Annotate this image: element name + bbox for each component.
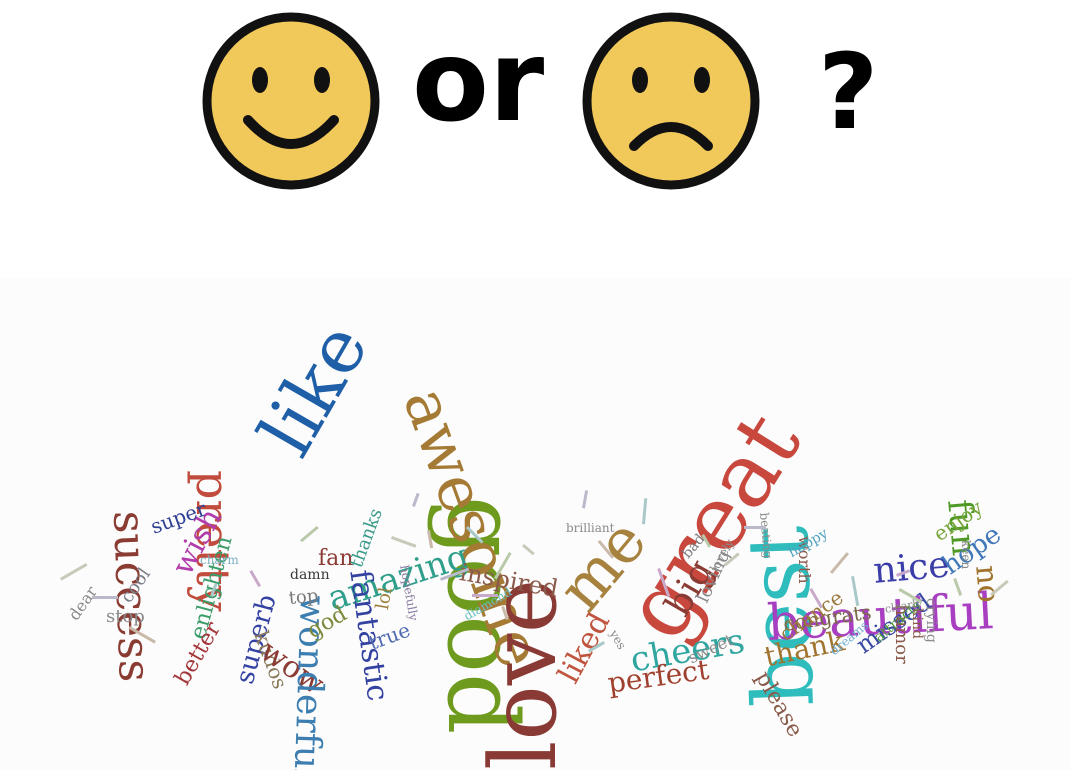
cloud-filler-mark [744,526,766,529]
frowning-face-icon [582,12,760,190]
cloud-filler-mark [92,596,118,599]
or-label: or [412,17,545,147]
cloud-word: better [170,617,227,690]
cloud-word: brilliant [566,521,615,535]
cloud-filler-mark [582,490,589,509]
cloud-word: dear [64,582,102,624]
question-mark: ? [818,31,879,153]
smiling-face-icon [202,12,380,190]
cloud-filler-mark [830,552,850,574]
cloud-filler-mark [642,498,648,525]
cloud-filler-mark [472,594,498,597]
cloud-word: keen [959,540,973,570]
cloud-word: top [287,585,320,609]
cloud-filler-mark [300,525,319,543]
cloud-word: damn [290,567,330,583]
cloud-word: crying [923,598,939,643]
cloud-word: thanks [346,505,387,571]
cloud-filler-mark [60,563,88,581]
cloud-filler-mark [249,570,261,588]
cloud-word: lol [372,585,397,612]
cloud-word: no [968,563,1007,605]
cloud-word: charm [200,553,239,567]
cloud-filler-mark [412,492,420,508]
header: or ? [0,0,1070,200]
word-cloud: like good awesome love me great best beautiful f… [0,278,1070,770]
cloud-word: stop [106,606,145,627]
cloud-word: yes [606,627,629,652]
cloud-filler-mark [390,536,417,548]
cloud-word: like [242,309,386,470]
cloud-word: beating [757,511,776,559]
